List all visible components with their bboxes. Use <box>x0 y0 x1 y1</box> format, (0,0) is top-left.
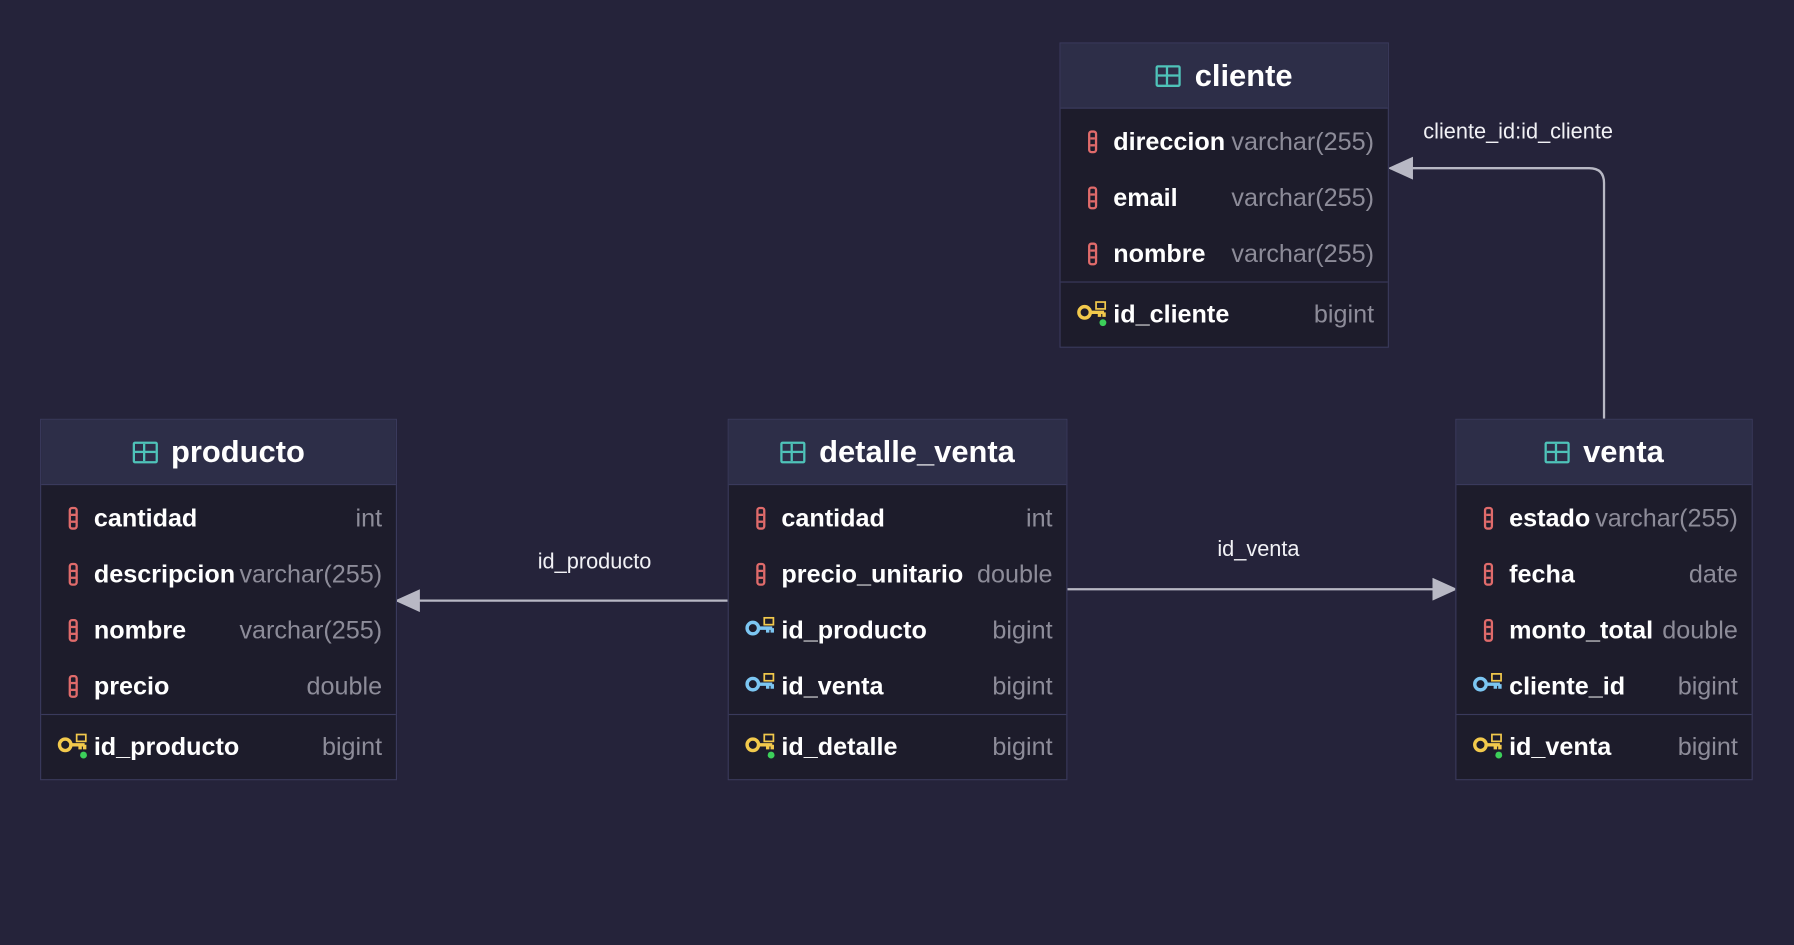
column-row[interactable]: fecha date <box>1456 546 1751 602</box>
column-type: varchar(255) <box>1595 502 1738 532</box>
table-header[interactable]: detalle_venta <box>728 419 1067 486</box>
table-title: detalle_venta <box>819 434 1015 469</box>
column-type: bigint <box>321 732 383 761</box>
primary-key-row[interactable]: id_producto bigint <box>41 713 396 779</box>
column-icon <box>68 618 78 642</box>
column-icon <box>1483 562 1494 586</box>
column-type: int <box>355 502 383 532</box>
primary-key-icon <box>1473 733 1503 759</box>
column-icon <box>1088 129 1098 153</box>
column-name: descripcion <box>93 558 236 588</box>
primary-key-icon <box>57 733 87 759</box>
table-icon <box>132 441 158 463</box>
column-icon <box>756 506 766 530</box>
diagram-canvas: cliente_id:id_cliente id_producto id_ven… <box>0 0 1794 945</box>
column-type: bigint <box>1677 671 1738 700</box>
table-icon <box>1155 64 1181 87</box>
column-name: precio_unitario <box>781 558 964 588</box>
column-type: bigint <box>992 732 1053 761</box>
column-type: double <box>306 671 383 700</box>
relation-label-producto: id_producto <box>537 550 652 575</box>
column-name: monto_total <box>1509 614 1654 644</box>
column-name: cantidad <box>93 502 198 532</box>
table-venta[interactable]: venta estado varchar(255) fecha date mon… <box>1455 418 1753 781</box>
column-name: id_producto <box>93 732 240 761</box>
column-name: nombre <box>93 614 187 644</box>
column-type: date <box>1688 558 1738 588</box>
column-icon <box>1088 185 1098 209</box>
column-type: varchar(255) <box>239 558 383 588</box>
column-icon <box>756 562 766 586</box>
column-name: id_producto <box>781 614 927 644</box>
column-icon <box>68 674 78 698</box>
column-type: varchar(255) <box>1231 126 1375 156</box>
table-title: venta <box>1583 434 1664 469</box>
column-type: int <box>1025 502 1053 532</box>
primary-key-icon <box>1077 301 1107 327</box>
relation-label-venta: id_venta <box>1217 537 1300 562</box>
column-row[interactable]: nombre varchar(255) <box>1061 225 1388 281</box>
foreign-key-icon <box>1473 672 1502 692</box>
column-row[interactable]: email varchar(255) <box>1061 169 1388 225</box>
column-row[interactable]: precio_unitario double <box>729 546 1067 602</box>
column-row[interactable]: direccion varchar(255) <box>1061 113 1388 169</box>
column-type: double <box>976 558 1053 588</box>
column-name: id_cliente <box>1113 299 1230 329</box>
table-detalle-venta[interactable]: detalle_venta cantidad int precio_unitar… <box>727 418 1068 781</box>
column-name: cantidad <box>781 502 885 532</box>
foreign-key-row[interactable]: id_venta bigint <box>729 658 1067 714</box>
table-header[interactable]: venta <box>1456 419 1752 486</box>
primary-key-icon <box>745 733 775 759</box>
column-name: direccion <box>1113 126 1226 156</box>
table-icon <box>1544 441 1570 463</box>
column-type: bigint <box>1313 299 1375 329</box>
column-icon <box>68 562 78 586</box>
table-header[interactable]: producto <box>41 419 396 486</box>
column-row[interactable]: monto_total double <box>1456 602 1751 658</box>
column-name: id_venta <box>781 671 884 700</box>
column-name: id_detalle <box>781 732 898 761</box>
table-cliente[interactable]: cliente direccion varchar(255) email var… <box>1059 42 1389 348</box>
column-row[interactable]: descripcion varchar(255) <box>41 546 396 602</box>
column-row[interactable]: cantidad int <box>729 490 1067 546</box>
column-row[interactable]: estado varchar(255) <box>1456 490 1751 546</box>
column-type: varchar(255) <box>1231 238 1375 268</box>
column-type: bigint <box>1677 732 1738 761</box>
column-type: double <box>1662 614 1738 644</box>
column-name: id_venta <box>1509 732 1612 761</box>
column-icon <box>1483 506 1494 530</box>
primary-key-row[interactable]: id_detalle bigint <box>728 713 1067 779</box>
column-name: nombre <box>1113 238 1206 268</box>
table-title: cliente <box>1194 57 1293 93</box>
column-icon <box>1483 618 1494 642</box>
column-name: email <box>1113 182 1178 212</box>
column-row[interactable]: cantidad int <box>41 490 396 546</box>
table-title: producto <box>171 434 305 469</box>
table-producto[interactable]: producto cantidad int descripcion varcha… <box>40 418 398 781</box>
table-icon <box>780 441 806 463</box>
column-type: bigint <box>992 614 1053 644</box>
column-type: varchar(255) <box>239 614 383 644</box>
primary-key-row[interactable]: id_cliente bigint <box>1060 281 1388 346</box>
foreign-key-icon <box>745 672 775 692</box>
column-name: cliente_id <box>1509 671 1626 700</box>
relation-label-cliente: cliente_id:id_cliente <box>1423 120 1614 145</box>
column-icon <box>1088 241 1098 265</box>
foreign-key-icon <box>745 616 775 635</box>
edge-venta-to-cliente <box>1387 156 1606 419</box>
column-name: estado <box>1509 502 1591 532</box>
foreign-key-row[interactable]: id_producto bigint <box>729 602 1067 658</box>
column-row[interactable]: precio double <box>41 658 396 714</box>
column-icon <box>68 506 78 530</box>
foreign-key-row[interactable]: cliente_id bigint <box>1456 658 1751 714</box>
column-type: bigint <box>992 671 1053 700</box>
column-name: precio <box>93 671 170 700</box>
column-name: fecha <box>1509 558 1575 588</box>
column-row[interactable]: nombre varchar(255) <box>41 602 396 658</box>
table-header[interactable]: cliente <box>1060 43 1388 109</box>
primary-key-row[interactable]: id_venta bigint <box>1456 713 1752 779</box>
column-type: varchar(255) <box>1231 182 1375 212</box>
